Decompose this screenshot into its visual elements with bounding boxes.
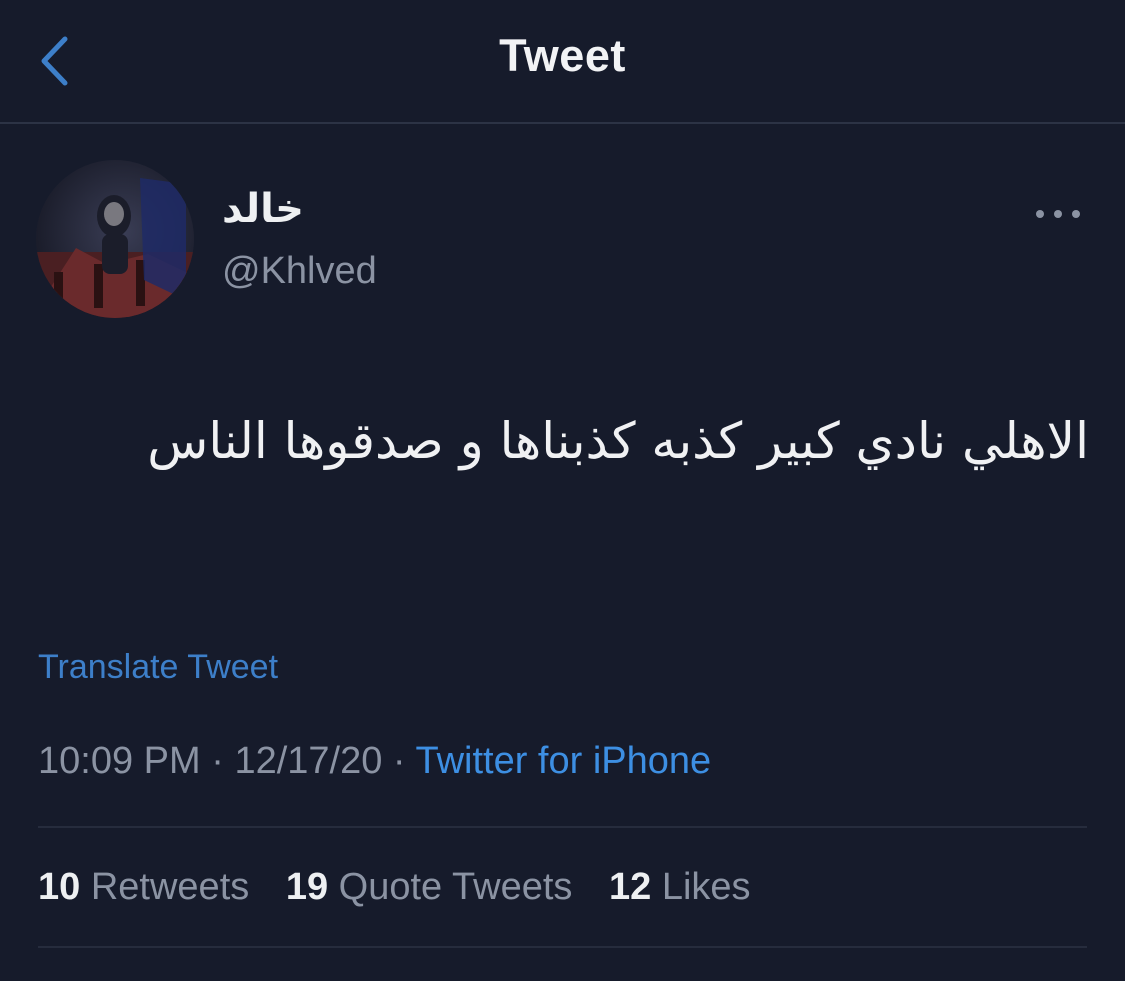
- engagement-stats: 10 Retweets 19 Quote Tweets 12 Likes: [38, 866, 777, 909]
- author-display-name[interactable]: خالد: [222, 186, 304, 232]
- tweet-metadata: 10:09 PM · 12/17/20 · Twitter for iPhone: [38, 740, 711, 783]
- retweets-stat[interactable]: 10 Retweets: [38, 866, 249, 908]
- more-horizontal-icon: [1036, 210, 1080, 218]
- likes-label: Likes: [661, 866, 751, 908]
- likes-stat[interactable]: 12 Likes: [609, 866, 751, 908]
- meta-separator: ·: [211, 740, 224, 782]
- meta-separator: ·: [392, 740, 406, 782]
- retweets-count: 10: [38, 866, 81, 908]
- quote-tweets-count: 19: [285, 866, 329, 908]
- quote-tweets-stat[interactable]: 19 Quote Tweets: [286, 866, 573, 908]
- divider: [38, 826, 1087, 828]
- top-navigation-bar: Tweet: [0, 0, 1125, 124]
- more-options-button[interactable]: [1030, 200, 1086, 228]
- tweet-time: 10:09 PM: [38, 740, 201, 782]
- tweet-detail-screen: Tweet خالد @Khlved الاهلي نادي كبير كذبه…: [0, 0, 1125, 981]
- page-title: Tweet: [499, 30, 626, 81]
- avatar[interactable]: [36, 160, 194, 318]
- tweet-source-link[interactable]: Twitter for iPhone: [415, 740, 711, 782]
- tweet-text: الاهلي نادي كبير كذبه كذبناها و صدقوها ا…: [147, 412, 1089, 470]
- quote-tweets-label: Quote Tweets: [338, 866, 573, 908]
- translate-tweet-link[interactable]: Translate Tweet: [38, 648, 278, 687]
- retweets-label: Retweets: [90, 866, 250, 908]
- author-handle[interactable]: @Khlved: [222, 250, 377, 293]
- avatar-image: [36, 160, 194, 318]
- likes-count: 12: [609, 866, 652, 908]
- tweet-date: 12/17/20: [234, 740, 383, 782]
- divider: [38, 946, 1087, 948]
